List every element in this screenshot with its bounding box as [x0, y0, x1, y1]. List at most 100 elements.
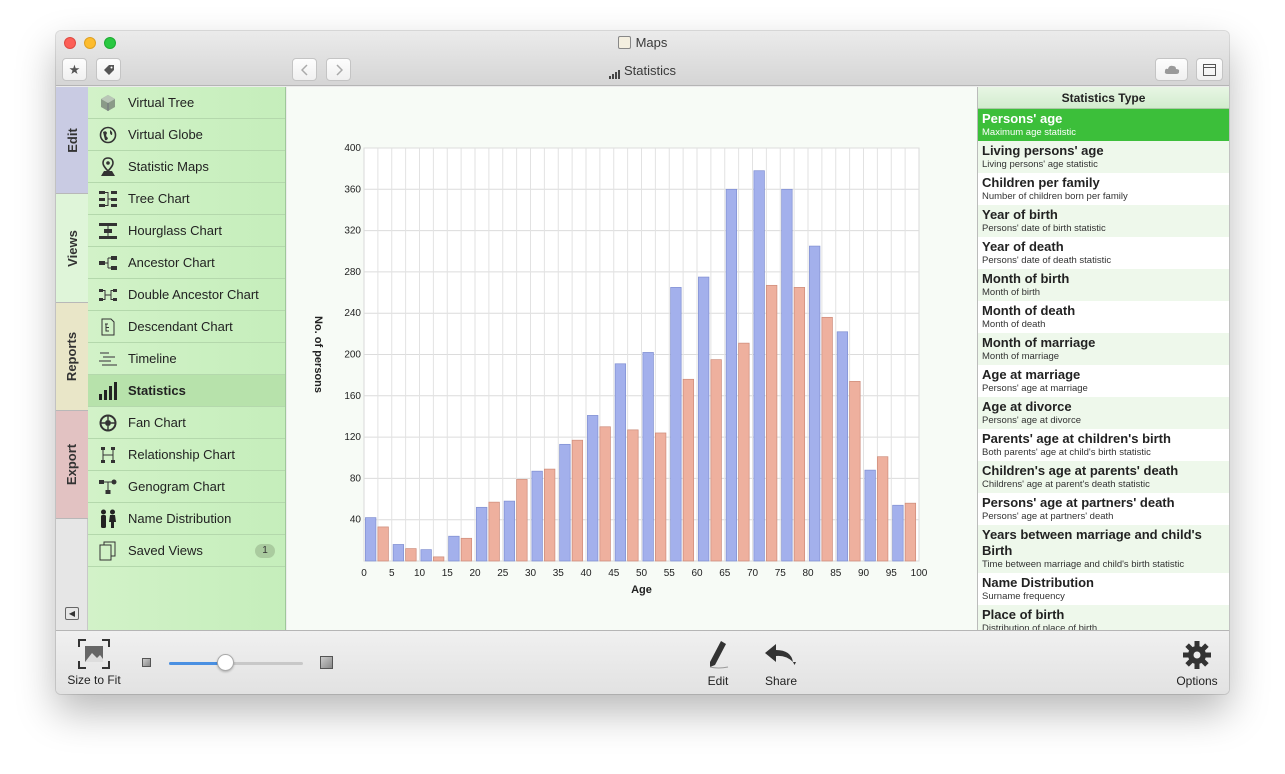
- edit-button[interactable]: Edit: [702, 640, 734, 688]
- sidebar-item-tree-chart[interactable]: Tree Chart: [88, 183, 285, 215]
- sidebar-item-relationship-chart[interactable]: Relationship Chart: [88, 439, 285, 471]
- sidebar-item-genogram-chart[interactable]: Genogram Chart: [88, 471, 285, 503]
- sidebar-item-virtual-globe[interactable]: Virtual Globe: [88, 119, 285, 151]
- timeline-icon: [97, 348, 119, 370]
- view-title-text: Statistics: [623, 63, 676, 78]
- bar-series-2: [877, 456, 889, 562]
- options-button[interactable]: Options: [1172, 640, 1222, 688]
- cloud-button[interactable]: [1155, 58, 1188, 81]
- sidebar-item-label: Double Ancestor Chart: [128, 287, 259, 302]
- sidebar-item-descendant-chart[interactable]: Descendant Chart: [88, 311, 285, 343]
- sidebar-item-hourglass-chart[interactable]: Hourglass Chart: [88, 215, 285, 247]
- statistics-type-item[interactable]: Children's age at parents' death Children…: [978, 461, 1229, 493]
- cloud-icon: [1164, 65, 1179, 74]
- y-tick-label: 400: [344, 143, 361, 154]
- sidebar-item-fan-chart[interactable]: Fan Chart: [88, 407, 285, 439]
- statistics-type-item[interactable]: Age at marriage Persons' age at marriage: [978, 365, 1229, 397]
- statistics-type-title: Persons' age at partners' death: [982, 495, 1175, 510]
- zoom-slider-knob[interactable]: [217, 654, 235, 671]
- double-ancestor-chart-icon: [97, 284, 119, 306]
- statistics-type-item[interactable]: Month of birth Month of birth: [978, 269, 1229, 301]
- statistics-type-description: Month of marriage: [982, 351, 1060, 362]
- statistics-type-description: Living persons' age statistic: [982, 159, 1098, 170]
- tab-edit[interactable]: Edit: [56, 87, 88, 194]
- statistics-type-item[interactable]: Month of death Month of death: [978, 301, 1229, 333]
- bar-series-2: [571, 439, 584, 562]
- x-tick-label: 10: [414, 568, 426, 579]
- statistics-type-title: Age at marriage: [982, 367, 1081, 382]
- bar-series-1: [614, 363, 627, 562]
- sidebar-item-label: Relationship Chart: [128, 447, 235, 462]
- tab-export[interactable]: Export: [56, 411, 88, 519]
- tab-views-label: Views: [64, 229, 80, 267]
- tab-views[interactable]: Views: [56, 194, 88, 303]
- edit-label: Edit: [707, 674, 729, 688]
- statistics-type-item[interactable]: Month of marriage Month of marriage: [978, 333, 1229, 365]
- share-button[interactable]: Share: [761, 640, 801, 688]
- x-tick-label: 100: [911, 568, 928, 579]
- bar-series-1: [781, 188, 793, 562]
- bar-series-2: [821, 316, 833, 562]
- bar-series-2: [544, 468, 556, 562]
- bar-series-1: [809, 245, 821, 562]
- sidebar-item-label: Virtual Tree: [128, 95, 195, 110]
- count-badge: 1: [255, 544, 275, 558]
- sidebar-item-double-ancestor-chart[interactable]: Double Ancestor Chart: [88, 279, 285, 311]
- statistics-type-item[interactable]: Year of birth Persons' date of birth stat…: [978, 205, 1229, 237]
- bar-series-1: [365, 517, 377, 562]
- sidebar-item-label: Ancestor Chart: [128, 255, 215, 270]
- statistics-type-description: Persons' age at divorce: [982, 415, 1081, 426]
- sidebar-item-label: Statistic Maps: [128, 159, 209, 174]
- statistics-type-item[interactable]: Children per family Number of children bo…: [978, 173, 1229, 205]
- share-label: Share: [764, 674, 798, 688]
- statistics-type-item[interactable]: Place of birth Distribution of place of b…: [978, 605, 1229, 630]
- statistics-type-item[interactable]: Persons' age Maximum age statistic: [978, 109, 1229, 141]
- sidebar-toggle-button[interactable]: [1196, 58, 1223, 81]
- statistics-type-description: Month of birth: [982, 287, 1041, 298]
- sidebar-item-timeline[interactable]: Timeline: [88, 343, 285, 375]
- sidebar-item-statistics[interactable]: Statistics: [88, 375, 285, 407]
- bar-series-2: [682, 378, 695, 562]
- statistics-small-icon: [608, 64, 621, 79]
- statistics-type-item[interactable]: Age at divorce Persons' age at divorce: [978, 397, 1229, 429]
- statistics-type-item[interactable]: Persons' age at partners' death Persons' …: [978, 493, 1229, 525]
- statistics-type-item[interactable]: Parents' age at children's birth Both par…: [978, 429, 1229, 461]
- statistics-type-item[interactable]: Year of death Persons' date of death stat…: [978, 237, 1229, 269]
- sidebar-item-virtual-tree[interactable]: Virtual Tree: [88, 87, 285, 119]
- y-tick-label: 200: [344, 350, 361, 361]
- triangle-left-icon: ◀: [68, 609, 76, 618]
- bar-series-1: [392, 544, 405, 562]
- sidebar-item-statistic-maps[interactable]: Statistic Maps: [88, 151, 285, 183]
- name-distribution-icon: [97, 508, 119, 530]
- bar-series-2: [710, 359, 722, 562]
- size-to-fit-button[interactable]: Size to Fit: [66, 639, 122, 687]
- bar-series-1: [559, 443, 571, 562]
- vertical-tab-bar: Edit Views Reports Export ◀: [56, 87, 88, 630]
- tab-reports[interactable]: Reports: [56, 303, 88, 411]
- bar-series-2: [405, 548, 417, 562]
- y-tick-label: 240: [344, 308, 361, 319]
- window-title: Maps: [56, 35, 1229, 50]
- x-axis-label: Age: [631, 584, 652, 596]
- x-tick-label: 90: [858, 568, 870, 579]
- statistics-type-title: Year of birth: [982, 207, 1058, 222]
- sidebar-item-ancestor-chart[interactable]: Ancestor Chart: [88, 247, 285, 279]
- collapse-sidebar-button[interactable]: ◀: [65, 607, 79, 620]
- statistics-type-item[interactable]: Name Distribution Surname frequency: [978, 573, 1229, 605]
- bar-series-2: [738, 342, 750, 562]
- window-layout-icon: [1203, 63, 1216, 76]
- statistics-type-description: Childrens' age at parent's death statist…: [982, 479, 1150, 490]
- sidebar-item-label: Name Distribution: [128, 511, 232, 526]
- bar-series-1: [587, 415, 599, 562]
- bar-series-1: [836, 331, 849, 562]
- statistics-type-description: Persons' age at marriage: [982, 383, 1088, 394]
- zoom-out-icon: [142, 658, 151, 667]
- statistics-type-title: Children per family: [982, 175, 1100, 190]
- sidebar-item-saved-views[interactable]: Saved Views 1: [88, 535, 285, 567]
- sidebar-item-name-distribution[interactable]: Name Distribution: [88, 503, 285, 535]
- statistics-type-header: Statistics Type: [978, 87, 1229, 109]
- statistics-type-item[interactable]: Living persons' age Living persons' age s…: [978, 141, 1229, 173]
- zoom-slider[interactable]: [169, 654, 303, 671]
- bar-series-2: [627, 429, 639, 562]
- statistics-type-item[interactable]: Years between marriage and child's Birth…: [978, 525, 1229, 573]
